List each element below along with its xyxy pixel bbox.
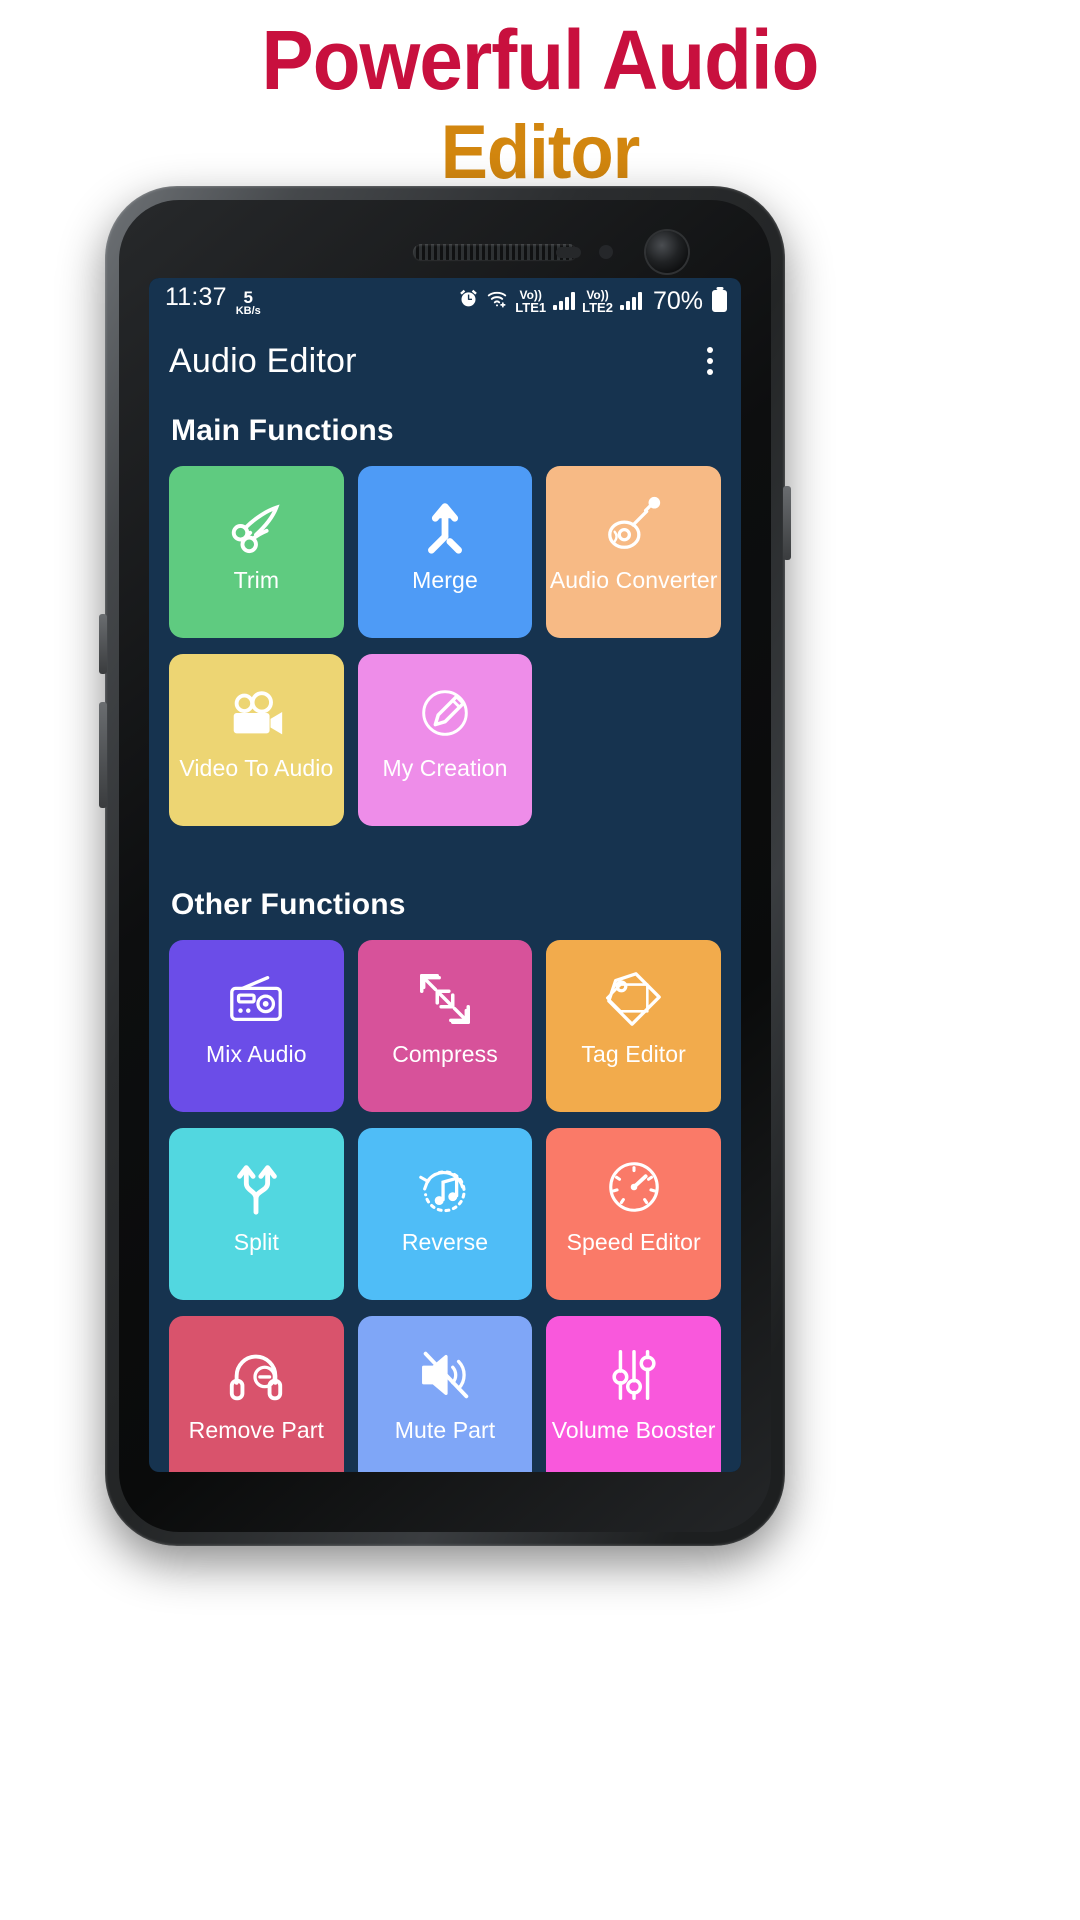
phone-mockup: 11:37 5 KB/s Vo)) LTE1 Vo)) LTE2 70% Aud… — [99, 186, 791, 1546]
tile-audio-converter[interactable]: Audio Converter — [546, 466, 721, 638]
status-bar: 11:37 5 KB/s Vo)) LTE1 Vo)) LTE2 70% — [149, 278, 741, 324]
network-speed-unit: KB/s — [235, 305, 261, 317]
tile-label: Reverse — [401, 1229, 489, 1255]
tile-speed-editor[interactable]: Speed Editor — [546, 1128, 721, 1300]
tile-label: Video To Audio — [179, 755, 334, 781]
split-arrows-icon — [225, 1156, 287, 1218]
tile-label: Split — [233, 1229, 279, 1255]
pencil-circle-icon — [414, 682, 476, 744]
page-title: Audio Editor — [169, 341, 357, 380]
speedometer-icon — [603, 1156, 665, 1218]
tile-trim[interactable]: Trim — [169, 466, 344, 638]
tile-video-to-audio[interactable]: Video To Audio — [169, 654, 344, 826]
volte-lte1-indicator: Vo)) LTE1 — [515, 289, 546, 314]
tile-tag-editor[interactable]: Tag Editor — [546, 940, 721, 1112]
wifi-icon — [486, 287, 508, 315]
phone-bezel: 11:37 5 KB/s Vo)) LTE1 Vo)) LTE2 70% Aud… — [119, 200, 771, 1532]
status-time: 11:37 — [165, 283, 227, 311]
phone-screen: 11:37 5 KB/s Vo)) LTE1 Vo)) LTE2 70% Aud… — [149, 278, 741, 1472]
promo-headline-line2: Editor — [440, 109, 641, 195]
guitar-mic-icon — [603, 494, 665, 556]
radio-icon — [225, 968, 287, 1030]
scissors-icon — [225, 494, 287, 556]
alarm-icon — [458, 288, 479, 315]
content-scroll[interactable]: Main Functions Trim Merge Audio Converter V… — [149, 398, 741, 1472]
volte-lte1-line2: LTE1 — [515, 299, 547, 315]
tile-my-creation[interactable]: My Creation — [357, 654, 533, 826]
tag-icon — [603, 968, 665, 1030]
volte-lte2-line2: LTE2 — [582, 299, 613, 315]
network-speed-value: 5 — [243, 288, 253, 307]
promo-headline: Powerful Audio Editor — [0, 0, 1080, 191]
promo-headline-line1: Powerful Audio — [261, 13, 820, 107]
tile-label: Mix Audio — [206, 1041, 307, 1067]
tile-merge[interactable]: Merge — [357, 466, 533, 638]
reverse-note-icon — [414, 1156, 476, 1218]
tile-reverse[interactable]: Reverse — [357, 1128, 533, 1300]
tile-label: Tag Editor — [581, 1041, 686, 1067]
sliders-icon — [603, 1344, 665, 1406]
battery-icon — [712, 290, 727, 312]
more-vertical-icon[interactable] — [697, 339, 723, 383]
movie-camera-icon — [225, 682, 287, 744]
tile-mix-audio[interactable]: Mix Audio — [169, 940, 344, 1112]
grid-filler — [546, 654, 721, 826]
section-title-other: Other Functions — [171, 888, 406, 921]
overflow-dot — [707, 369, 713, 375]
front-camera-icon — [646, 231, 688, 273]
status-bar-left: 11:37 5 KB/s — [165, 283, 261, 319]
volte-lte2-indicator: Vo)) LTE2 — [582, 289, 613, 314]
tile-remove-part[interactable]: Remove Part — [169, 1316, 344, 1472]
network-speed: 5 KB/s — [236, 289, 261, 317]
app-root: 11:37 5 KB/s Vo)) LTE1 Vo)) LTE2 70% Aud… — [149, 278, 741, 1472]
headphone-minus-icon — [225, 1344, 287, 1406]
overflow-dot — [707, 358, 713, 364]
overflow-dot — [707, 347, 713, 353]
tile-label: My Creation — [382, 755, 508, 781]
tile-volume-booster[interactable]: Volume Booster — [546, 1316, 721, 1472]
main-functions-grid: Trim Merge Audio Converter Video To Audio My… — [169, 466, 721, 826]
merge-arrow-icon — [414, 494, 476, 556]
volte-lte1-line1: Vo)) — [519, 287, 542, 302]
proximity-sensor-icon — [556, 247, 581, 258]
other-functions-grid: Mix Audio Compress Tag Editor Split Reverse S… — [169, 940, 721, 1472]
tile-label: Audio Converter — [549, 567, 718, 593]
tile-label: Speed Editor — [566, 1229, 701, 1255]
mute-speaker-icon — [414, 1344, 476, 1406]
tile-split[interactable]: Split — [169, 1128, 344, 1300]
volume-down-button[interactable] — [99, 702, 107, 808]
tile-label: Mute Part — [394, 1417, 496, 1443]
battery-percent: 70% — [652, 286, 703, 315]
phone-body: 11:37 5 KB/s Vo)) LTE1 Vo)) LTE2 70% Aud… — [99, 186, 791, 1546]
signal-bars-sim1-icon — [553, 292, 576, 310]
volume-up-button[interactable] — [99, 614, 107, 674]
tile-label: Trim — [233, 567, 280, 593]
earpiece-speaker-icon — [413, 244, 577, 260]
signal-bars-sim2-icon — [619, 292, 642, 310]
compress-arrows-icon — [414, 968, 476, 1030]
tile-compress[interactable]: Compress — [357, 940, 533, 1112]
power-button[interactable] — [783, 486, 791, 560]
tile-label: Volume Booster — [551, 1417, 716, 1443]
tile-label: Remove Part — [188, 1417, 324, 1443]
app-bar: Audio Editor — [149, 324, 741, 398]
volte-lte2-line1: Vo)) — [586, 287, 609, 302]
section-title-main: Main Functions — [171, 414, 394, 447]
tile-label: Compress — [392, 1041, 498, 1067]
tile-mute-part[interactable]: Mute Part — [357, 1316, 533, 1472]
tile-label: Merge — [412, 567, 478, 593]
status-bar-right: Vo)) LTE1 Vo)) LTE2 70% — [458, 287, 727, 316]
light-sensor-icon — [599, 245, 613, 259]
